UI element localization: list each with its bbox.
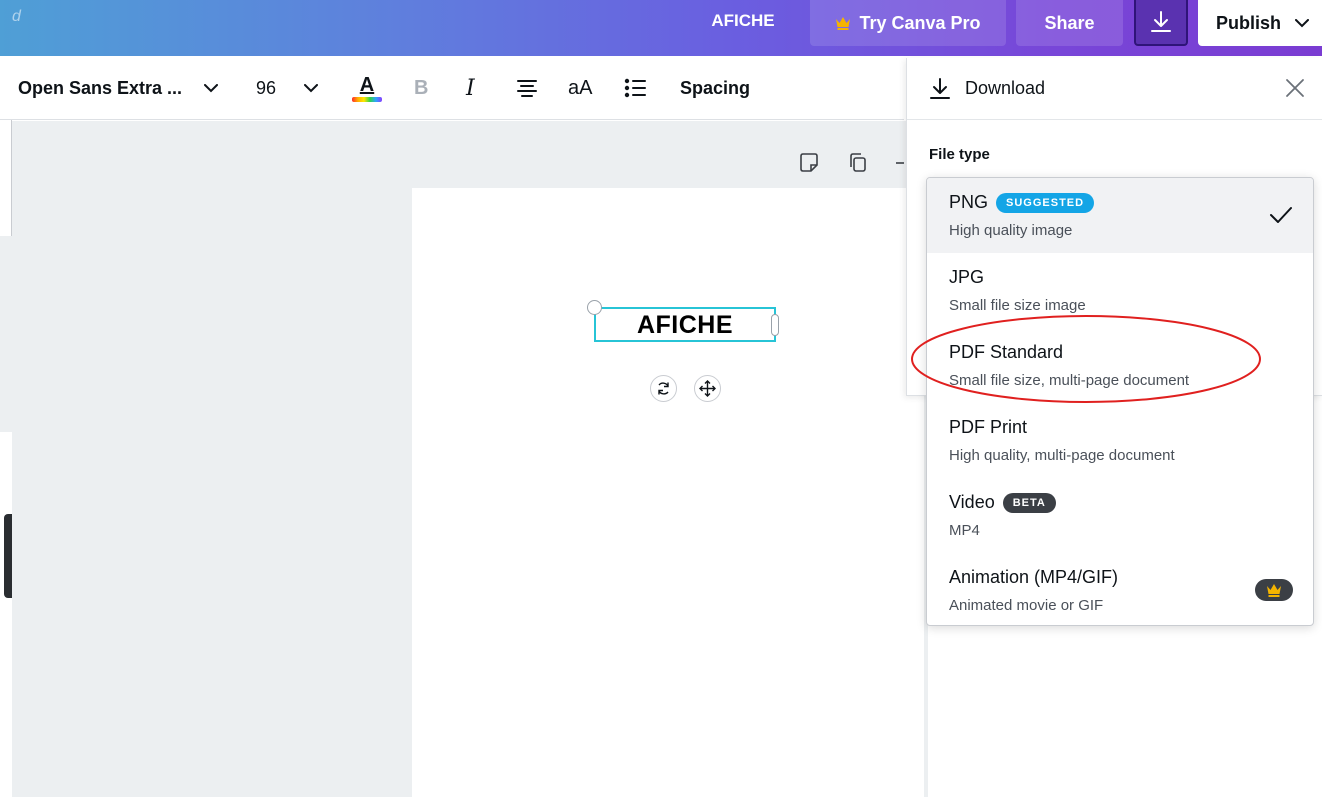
chevron-down-icon[interactable] — [304, 56, 318, 120]
download-icon — [1150, 10, 1172, 34]
text-color-letter: A — [359, 73, 375, 96]
close-icon[interactable] — [1285, 78, 1305, 98]
text-element-content[interactable]: AFICHE — [596, 309, 774, 340]
file-type-option-animation[interactable]: Animation (MP4/GIF) Animated movie or GI… — [927, 553, 1313, 625]
file-type-option-jpg[interactable]: JPG Small file size image — [927, 253, 1313, 328]
spacing-button[interactable]: Spacing — [680, 56, 750, 120]
option-name: JPG — [949, 267, 985, 287]
option-name: Animation (MP4/GIF) — [949, 567, 1119, 587]
option-name: Video — [949, 492, 995, 512]
option-description: High quality image — [949, 222, 1073, 239]
option-name: PDF Print — [949, 417, 1028, 437]
topbar-faded-text: d — [12, 8, 21, 25]
try-canva-pro-label: Try Canva Pro — [859, 12, 981, 33]
color-rainbow-bar — [352, 96, 382, 102]
crown-icon — [835, 16, 851, 30]
publish-button[interactable]: Publish — [1198, 0, 1322, 46]
bullet-list-icon[interactable] — [624, 56, 646, 120]
file-type-label: File type — [929, 146, 990, 163]
crown-icon — [1267, 584, 1281, 597]
pro-crown-badge — [1255, 579, 1293, 601]
text-case-button[interactable]: aA — [568, 56, 592, 120]
file-type-option-video[interactable]: Video BETA MP4 — [927, 478, 1313, 553]
editor-top-bar: d AFICHE Try Canva Pro Share Publish — [0, 0, 1322, 56]
duplicate-page-icon[interactable] — [848, 150, 868, 176]
file-type-option-png[interactable]: PNG SUGGESTED High quality image — [927, 178, 1313, 253]
share-label: Share — [1044, 12, 1095, 33]
option-description: High quality, multi-page document — [949, 447, 1175, 464]
option-description: Small file size, multi-page document — [949, 372, 1190, 389]
download-panel-header: Download — [907, 58, 1322, 120]
text-color-button[interactable]: A — [352, 56, 382, 120]
text-format-toolbar: Open Sans Extra ... 96 A B I aA Spacing — [0, 56, 904, 120]
option-description: Small file size image — [949, 297, 1086, 314]
suggested-badge: SUGGESTED — [996, 192, 1095, 213]
more-page-actions-icon[interactable] — [894, 150, 904, 176]
option-description: Animated movie or GIF — [949, 597, 1104, 614]
option-description: MP4 — [949, 522, 980, 539]
try-canva-pro-button[interactable]: Try Canva Pro — [810, 0, 1006, 46]
option-name: PDF Standard — [949, 342, 1064, 362]
resize-handle-side[interactable] — [771, 314, 779, 336]
file-type-option-pdf-standard[interactable]: PDF Standard Small file size, multi-page… — [927, 328, 1313, 403]
beta-badge: BETA — [1002, 492, 1056, 513]
font-family-dropdown[interactable]: Open Sans Extra ... — [18, 56, 182, 120]
checkmark-icon — [1269, 206, 1293, 224]
italic-button[interactable]: I — [466, 56, 475, 120]
rotate-icon[interactable] — [650, 375, 677, 402]
add-note-icon[interactable] — [798, 150, 820, 176]
download-icon — [929, 77, 951, 101]
file-type-option-pdf-print[interactable]: PDF Print High quality, multi-page docum… — [927, 403, 1313, 478]
move-icon[interactable] — [694, 375, 721, 402]
download-button[interactable] — [1134, 0, 1188, 46]
file-type-dropdown: PNG SUGGESTED High quality image JPG Smal… — [926, 177, 1314, 626]
side-panel-gap — [0, 236, 12, 432]
option-name: PNG — [949, 192, 989, 212]
side-panel-collapse-handle[interactable] — [4, 514, 12, 598]
resize-handle-corner[interactable] — [587, 300, 602, 315]
share-button[interactable]: Share — [1016, 0, 1123, 46]
download-panel-title: Download — [965, 78, 1046, 98]
chevron-down-icon[interactable] — [204, 56, 218, 120]
bold-button[interactable]: B — [414, 56, 428, 120]
font-size-input[interactable]: 96 — [256, 56, 276, 120]
design-page[interactable] — [412, 188, 924, 797]
selected-text-element[interactable]: AFICHE — [594, 307, 776, 342]
align-center-icon[interactable] — [516, 56, 538, 120]
document-title[interactable]: AFICHE — [700, 0, 786, 46]
chevron-down-icon — [1295, 18, 1310, 28]
publish-label: Publish — [1216, 12, 1282, 33]
